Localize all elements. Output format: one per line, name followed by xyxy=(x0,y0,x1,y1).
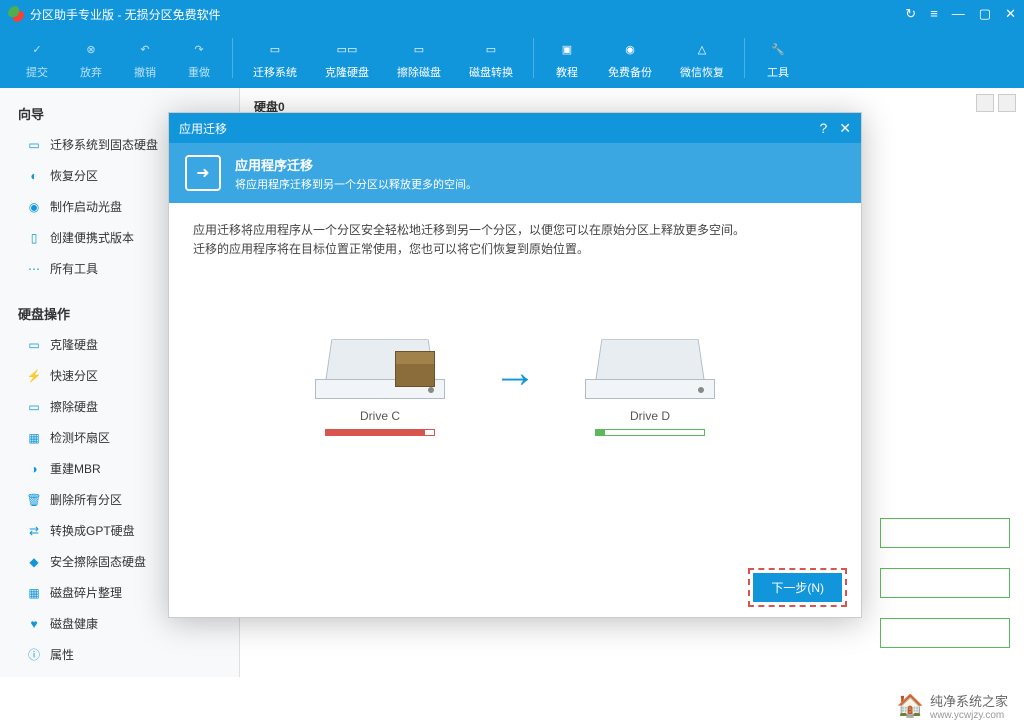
folder-arrow-icon: ➜ xyxy=(185,155,221,191)
maximize-icon[interactable]: ▢ xyxy=(979,6,991,22)
partition-overview xyxy=(880,518,1010,668)
toolbar-clone-disk[interactable]: ▭▭克隆硬盘 xyxy=(311,32,383,84)
arrow-right-icon: → xyxy=(493,348,537,398)
convert-icon: ▭ xyxy=(478,36,504,62)
next-button[interactable]: 下一步(N) xyxy=(753,573,842,602)
watermark: 🏠 纯净系统之家 www.ycwjzy.com xyxy=(897,691,1008,721)
watermark-text: 纯净系统之家 xyxy=(930,694,1008,709)
partition-bar[interactable] xyxy=(880,618,1010,648)
window-controls: ↻ ≡ — ▢ ✕ xyxy=(905,6,1016,22)
toolbar-wipe-disk[interactable]: ▭擦除磁盘 xyxy=(383,32,455,84)
info-icon: ⓘ xyxy=(26,647,42,663)
mbr-icon: ◑ xyxy=(26,461,42,477)
grid-icon: ▦ xyxy=(26,430,42,446)
dialog-title: 应用迁移 xyxy=(179,120,807,137)
wrench-icon: 🔧 xyxy=(765,36,791,62)
more-icon: ⋯ xyxy=(26,261,42,277)
menu-icon[interactable]: ≡ xyxy=(930,6,938,22)
app-logo-icon xyxy=(8,6,24,22)
dialog-header: ➜ 应用程序迁移 将应用程序迁移到另一个分区以释放更多的空间。 xyxy=(169,143,861,203)
dialog-titlebar: 应用迁移 ? ✕ xyxy=(169,113,861,143)
titlebar: 分区助手专业版 - 无损分区免费软件 ↻ ≡ — ▢ ✕ xyxy=(0,0,1024,28)
toolbar-convert-disk[interactable]: ▭磁盘转换 xyxy=(455,32,527,84)
portable-icon: ▯ xyxy=(26,230,42,246)
disk-icon: ▭ xyxy=(26,137,42,153)
highlight-box: 下一步(N) xyxy=(748,568,847,607)
toolbar-undo[interactable]: ↶撤销 xyxy=(118,32,172,84)
separator xyxy=(232,38,233,78)
close-icon[interactable]: ✕ xyxy=(1005,6,1016,22)
watermark-url: www.ycwjzy.com xyxy=(930,710,1008,721)
dialog-body: 应用迁移将应用程序从一个分区安全轻松地迁移到另一个分区，以便您可以在原始分区上释… xyxy=(169,203,861,454)
wipe-icon: ▭ xyxy=(26,399,42,415)
toolbar-redo[interactable]: ↷重做 xyxy=(172,32,226,84)
sidebar-item-properties[interactable]: ⓘ属性 xyxy=(0,639,239,670)
dialog-text-1: 应用迁移将应用程序从一个分区安全轻松地迁移到另一个分区，以便您可以在原始分区上释… xyxy=(193,221,837,240)
undo-icon: ↶ xyxy=(132,36,158,62)
toolbar-tools[interactable]: 🔧工具 xyxy=(751,32,805,84)
defrag-icon: ▦ xyxy=(26,585,42,601)
redo-icon: ↷ xyxy=(186,36,212,62)
view-list-icon[interactable] xyxy=(998,94,1016,112)
house-icon: 🏠 xyxy=(897,693,924,719)
toolbar-backup[interactable]: ◉免费备份 xyxy=(594,32,666,84)
minimize-icon[interactable]: — xyxy=(952,6,965,22)
toolbar-tutorial[interactable]: ▣教程 xyxy=(540,32,594,84)
drive-c-label: Drive C xyxy=(315,409,445,423)
convert-icon: ⇄ xyxy=(26,523,42,539)
package-icon xyxy=(395,351,435,387)
toolbar-migrate-os[interactable]: ▭迁移系统 xyxy=(239,32,311,84)
refresh-icon[interactable]: ↻ xyxy=(905,6,916,22)
separator xyxy=(533,38,534,78)
disk-icon: ▭ xyxy=(26,337,42,353)
wechat-icon: △ xyxy=(689,36,715,62)
wipe-icon: ▭ xyxy=(406,36,432,62)
partition-bar[interactable] xyxy=(880,518,1010,548)
dialog-header-title: 应用程序迁移 xyxy=(235,155,477,174)
recover-icon: ◐ xyxy=(26,168,42,184)
trash-icon: 🗑 xyxy=(26,492,42,508)
dialog-header-sub: 将应用程序迁移到另一个分区以释放更多的空间。 xyxy=(235,176,477,192)
toolbar: ✓提交 ⊗放弃 ↶撤销 ↷重做 ▭迁移系统 ▭▭克隆硬盘 ▭擦除磁盘 ▭磁盘转换… xyxy=(0,28,1024,88)
heart-icon: ♥ xyxy=(26,616,42,632)
partition-bar[interactable] xyxy=(880,568,1010,598)
ssd-icon: ◆ xyxy=(26,554,42,570)
bolt-icon: ⚡ xyxy=(26,368,42,384)
app-title: 分区助手专业版 - 无损分区免费软件 xyxy=(30,6,905,23)
dialog-text-2: 迁移的应用程序将在目标位置正常使用，您也可以将它们恢复到原始位置。 xyxy=(193,240,837,259)
app-migration-dialog: 应用迁移 ? ✕ ➜ 应用程序迁移 将应用程序迁移到另一个分区以释放更多的空间。… xyxy=(168,112,862,618)
source-drive: Drive C xyxy=(315,309,445,436)
separator xyxy=(744,38,745,78)
clone-icon: ▭▭ xyxy=(334,36,360,62)
target-drive: Drive D xyxy=(585,309,715,436)
close-icon[interactable]: ✕ xyxy=(839,120,851,137)
drive-d-usage xyxy=(595,429,705,436)
drive-d-label: Drive D xyxy=(585,409,715,423)
help-icon[interactable]: ? xyxy=(819,120,827,136)
check-icon: ✓ xyxy=(24,36,50,62)
cd-icon: ◉ xyxy=(26,199,42,215)
drive-illustration: Drive C → Drive D xyxy=(193,309,837,436)
toolbar-wechat-recover[interactable]: △微信恢复 xyxy=(666,32,738,84)
tutorial-icon: ▣ xyxy=(554,36,580,62)
backup-icon: ◉ xyxy=(617,36,643,62)
view-grid-icon[interactable] xyxy=(976,94,994,112)
discard-icon: ⊗ xyxy=(78,36,104,62)
drive-c-usage xyxy=(325,429,435,436)
migrate-icon: ▭ xyxy=(262,36,288,62)
toolbar-commit[interactable]: ✓提交 xyxy=(10,32,64,84)
view-toggle xyxy=(976,94,1016,112)
dialog-footer: 下一步(N) xyxy=(748,568,847,607)
toolbar-discard[interactable]: ⊗放弃 xyxy=(64,32,118,84)
